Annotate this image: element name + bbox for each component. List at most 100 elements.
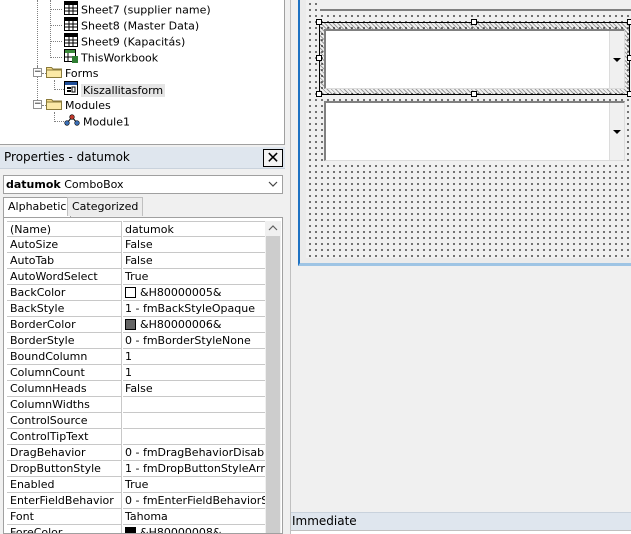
immediate-input-area[interactable] <box>291 530 631 534</box>
forms-collapse-toggle[interactable]: − <box>33 68 42 77</box>
property-row-dragbehavior[interactable]: DragBehavior 0 - fmDragBehaviorDisabled <box>7 445 265 461</box>
tree-item-sheet8[interactable]: Sheet8 (Master Data) <box>64 17 199 33</box>
property-row-autowordselect[interactable]: AutoWordSelect True <box>7 269 265 285</box>
scrollbar-thumb[interactable] <box>266 236 280 533</box>
property-value[interactable]: 0 - fmDragBehaviorDisabled <box>123 445 265 461</box>
tree-item-label: Modules <box>65 99 111 112</box>
dropdown-button[interactable] <box>609 103 624 160</box>
property-value[interactable]: datumok <box>123 221 265 237</box>
property-row-enterfieldbehavior[interactable]: EnterFieldBehavior 0 - fmEnterFieldBehav… <box>7 493 265 509</box>
properties-title: Properties - datumok <box>4 150 130 164</box>
color-swatch <box>125 527 136 533</box>
object-selector-combo[interactable]: datumok ComboBox <box>3 175 283 194</box>
object-type: ComboBox <box>64 178 124 191</box>
property-name: DragBehavior <box>7 445 122 461</box>
property-value[interactable]: 1 <box>123 365 265 381</box>
tree-item-label: Module1 <box>83 115 130 129</box>
tree-item-sheet7[interactable]: Sheet7 (supplier name) <box>64 1 211 17</box>
resize-handle[interactable] <box>316 19 322 25</box>
properties-title-bar: Properties - datumok <box>0 147 285 169</box>
property-value: &H80000005& <box>140 286 222 299</box>
resize-handle[interactable] <box>471 91 477 97</box>
resize-handle[interactable] <box>316 91 322 97</box>
tab-alphabetic[interactable]: Alphabetic <box>3 197 72 218</box>
property-row-backcolor[interactable]: BackColor &H80000005& <box>7 285 265 301</box>
property-value-cell[interactable]: &H80000006& <box>123 317 265 333</box>
tree-item-kiszallitasform[interactable]: Kiszallitasform <box>64 81 166 97</box>
module-icon <box>64 113 80 132</box>
property-value[interactable]: False <box>123 253 265 269</box>
property-row-borderstyle[interactable]: BorderStyle 0 - fmBorderStyleNone <box>7 333 265 349</box>
property-name: EnterFieldBehavior <box>7 493 122 509</box>
property-name: ForeColor <box>7 525 122 533</box>
combobox-second[interactable] <box>324 101 625 161</box>
property-row-autotab[interactable]: AutoTab False <box>7 253 265 269</box>
color-swatch <box>125 287 136 298</box>
resize-handle[interactable] <box>627 19 631 25</box>
property-value-cell[interactable]: &H80000008& <box>123 525 265 534</box>
folder-icon <box>46 65 62 83</box>
property-value[interactable]: 0 - fmBorderStyleNone <box>123 333 265 349</box>
resize-handle[interactable] <box>627 55 631 61</box>
property-row-columnheads[interactable]: ColumnHeads False <box>7 381 265 397</box>
tree-item-thisworkbook[interactable]: ThisWorkbook <box>64 49 158 65</box>
property-row-font[interactable]: Font Tahoma <box>7 509 265 525</box>
tree-item-label: Sheet9 (Kapacitás) <box>81 35 186 49</box>
tree-item-sheet9[interactable]: Sheet9 (Kapacitás) <box>64 33 185 49</box>
tree-item-label: Kiszallitasform <box>81 83 166 97</box>
folder-icon <box>46 97 62 115</box>
property-row-autosize[interactable]: AutoSize False <box>7 237 265 253</box>
property-row-controlsource[interactable]: ControlSource <box>7 413 265 429</box>
property-value: &H80000008& <box>140 526 222 534</box>
property-value[interactable]: False <box>123 381 265 397</box>
property-grid-scrollbar[interactable] <box>265 221 281 533</box>
combobox-datumok[interactable] <box>324 29 625 89</box>
pane-splitter[interactable] <box>285 0 291 534</box>
resize-handle[interactable] <box>471 19 477 25</box>
property-row-enabled[interactable]: Enabled True <box>7 477 265 493</box>
property-row-name[interactable]: (Name) datumok <box>7 221 265 237</box>
property-value[interactable] <box>123 429 265 445</box>
property-row-backstyle[interactable]: BackStyle 1 - fmBackStyleOpaque <box>7 301 265 317</box>
property-value[interactable]: True <box>123 269 265 285</box>
property-row-bordercolor[interactable]: BorderColor &H80000006& <box>7 317 265 333</box>
property-row-columnwidths[interactable]: ColumnWidths <box>7 397 265 413</box>
tree-item-module1[interactable]: Module1 <box>64 113 130 129</box>
property-value[interactable]: 1 - fmDropButtonStyleArrow <box>123 461 265 477</box>
property-row-controltiptext[interactable]: ControlTipText <box>7 429 265 445</box>
tree-folder-forms[interactable]: Forms <box>46 65 98 81</box>
resize-handle[interactable] <box>316 55 322 61</box>
tab-categorized[interactable]: Categorized <box>67 197 144 216</box>
property-value[interactable]: Tahoma <box>123 509 265 525</box>
property-value[interactable]: 0 - fmEnterFieldBehaviorSele <box>123 493 265 509</box>
resize-handle[interactable] <box>627 91 631 97</box>
modules-collapse-toggle[interactable]: − <box>33 100 42 109</box>
property-row-columncount[interactable]: ColumnCount 1 <box>7 365 265 381</box>
property-name: BoundColumn <box>7 349 122 365</box>
property-value[interactable]: 1 <box>123 349 265 365</box>
userform-designer[interactable] <box>298 0 631 266</box>
property-value[interactable] <box>123 413 265 429</box>
project-explorer-tree[interactable]: Sheet7 (supplier name) Sheet8 (Master Da… <box>0 0 285 145</box>
property-value[interactable]: True <box>123 477 265 493</box>
property-name: ControlSource <box>7 413 122 429</box>
tree-item-label: Forms <box>65 67 99 80</box>
close-properties-button[interactable]: ✕ <box>263 149 283 167</box>
scroll-up-icon[interactable] <box>265 221 281 235</box>
property-name: (Name) <box>7 221 122 237</box>
dropdown-button[interactable] <box>609 31 624 88</box>
property-grid[interactable]: (Name) datumok AutoSize False AutoTab Fa… <box>3 217 283 534</box>
property-row-boundcolumn[interactable]: BoundColumn 1 <box>7 349 265 365</box>
property-value[interactable] <box>123 397 265 413</box>
property-row-forecolor[interactable]: ForeColor &H80000008& <box>7 525 265 534</box>
property-name: BackStyle <box>7 301 122 317</box>
property-row-dropbuttonstyle[interactable]: DropButtonStyle 1 - fmDropButtonStyleArr… <box>7 461 265 477</box>
immediate-title: Immediate <box>292 514 357 528</box>
property-value-cell[interactable]: &H80000005& <box>123 285 265 301</box>
property-value[interactable]: 1 - fmBackStyleOpaque <box>123 301 265 317</box>
userform-canvas[interactable] <box>306 0 631 258</box>
property-value[interactable]: False <box>123 237 265 253</box>
control-top-edge[interactable] <box>320 0 631 11</box>
property-name: BorderColor <box>7 317 122 333</box>
tree-folder-modules[interactable]: Modules <box>46 97 111 113</box>
